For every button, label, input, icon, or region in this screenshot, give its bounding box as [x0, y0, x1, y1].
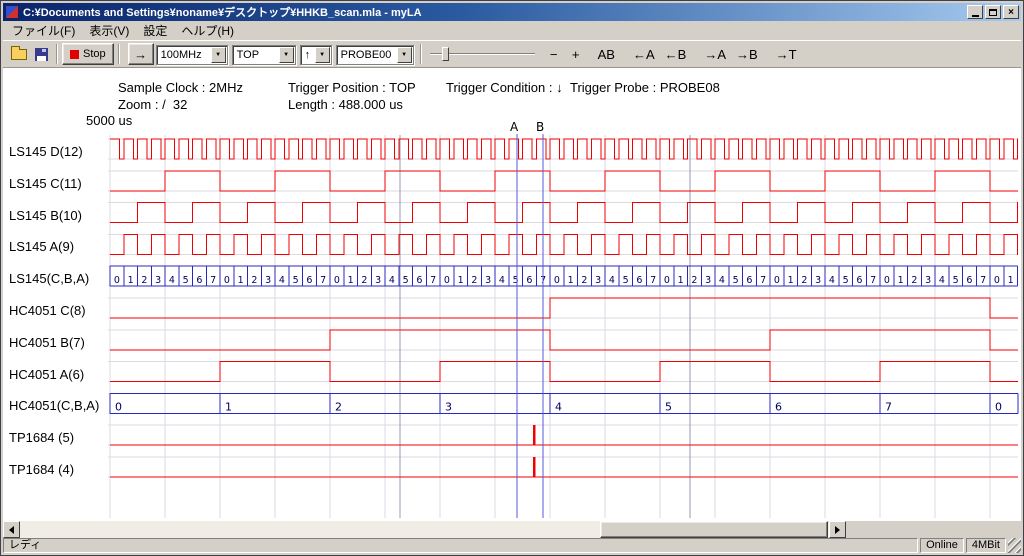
zoom-info: Zoom : / 32 [118, 97, 187, 112]
set-cursor-b-button[interactable]: →B [731, 43, 763, 65]
close-button[interactable]: × [1003, 5, 1019, 19]
stop-button[interactable]: Stop [62, 43, 114, 65]
close-icon: × [1008, 7, 1014, 18]
app-icon [5, 5, 19, 19]
chevron-down-icon: ▼ [211, 47, 226, 63]
scroll-left-button[interactable] [3, 521, 20, 538]
scroll-left-icon [9, 526, 14, 534]
stop-label: Stop [83, 48, 106, 60]
minimize-icon [972, 15, 979, 17]
sample-clock-select[interactable]: 100MHz ▼ [156, 45, 228, 65]
status-online: Online [920, 538, 964, 553]
trigger-probe-select[interactable]: PROBE00 ▼ [336, 45, 414, 65]
toolbar-separator [420, 44, 422, 64]
window-title: C:¥Documents and Settings¥noname¥デスクトップ¥… [23, 4, 965, 20]
length-info: Length : 488.000 us [288, 97, 403, 112]
goto-cursor-a-button[interactable]: ←A [628, 43, 660, 65]
zoom-in-button[interactable]: + [565, 43, 587, 65]
set-cursor-a-button[interactable]: →A [699, 43, 731, 65]
channel-label: HC4051 A(6) [9, 367, 84, 383]
zoom-out-button[interactable]: − [543, 43, 565, 65]
trigger-probe-info: Trigger Probe : PROBE08 [570, 80, 720, 95]
zoom-slider[interactable] [430, 44, 535, 64]
chevron-down-icon: ▼ [279, 47, 294, 63]
maximize-icon [989, 9, 997, 16]
maximize-button[interactable] [985, 5, 1001, 19]
goto-trigger-button[interactable]: →T [771, 43, 802, 65]
minimize-button[interactable] [967, 5, 983, 19]
channel-label: LS145 C(11) [9, 176, 82, 192]
trigger-condition-info: Trigger Condition : ↓ [446, 80, 563, 95]
scrollbar-thumb[interactable] [600, 521, 828, 538]
scroll-right-icon [835, 526, 840, 534]
app-window: C:¥Documents and Settings¥noname¥デスクトップ¥… [0, 0, 1024, 556]
resize-grip[interactable] [1008, 538, 1021, 553]
toolbar-separator [118, 44, 120, 64]
menubar: ファイル(F) 表示(V) 設定 ヘルプ(H) [3, 21, 1021, 40]
channel-label: LS145 D(12) [9, 144, 83, 160]
channel-label: TP1684 (5) [9, 430, 74, 446]
goto-cursor-b-button[interactable]: ←B [660, 43, 692, 65]
client-area: Sample Clock : 2MHz Trigger Position : T… [3, 68, 1021, 521]
channel-label: HC4051(C,B,A) [9, 398, 99, 414]
chevron-down-icon: ▼ [397, 47, 412, 63]
trigger-edge-select[interactable]: ↑ ▼ [300, 45, 332, 65]
run-arrow-icon: → [134, 47, 147, 62]
chevron-down-icon: ▼ [315, 47, 330, 63]
cursor-ab-button[interactable]: AB [593, 43, 620, 65]
menu-view[interactable]: 表示(V) [82, 20, 136, 41]
time-ref-label: 5000 us [86, 113, 132, 128]
channel-label: LS145 A(9) [9, 239, 74, 255]
menu-file[interactable]: ファイル(F) [5, 20, 82, 41]
titlebar: C:¥Documents and Settings¥noname¥デスクトップ¥… [3, 3, 1021, 21]
horizontal-scrollbar[interactable] [3, 521, 846, 538]
trigger-position-info: Trigger Position : TOP [288, 80, 416, 95]
open-folder-icon [11, 49, 27, 60]
status-memory: 4MBit [966, 538, 1006, 553]
channel-label: HC4051 B(7) [9, 335, 85, 351]
statusbar: レディ Online 4MBit [3, 538, 1021, 553]
save-floppy-icon [35, 48, 48, 61]
sample-clock-info: Sample Clock : 2MHz [118, 80, 243, 95]
open-file-button[interactable] [8, 43, 30, 65]
stop-icon [70, 50, 79, 59]
toolbar: Stop → 100MHz ▼ TOP ▼ ↑ ▼ PROBE00 ▼ − + … [3, 40, 1021, 68]
trigger-position-select[interactable]: TOP ▼ [232, 45, 296, 65]
status-ready: レディ [3, 538, 918, 553]
run-button[interactable]: → [128, 43, 154, 65]
channel-label: HC4051 C(8) [9, 303, 86, 319]
zoom-slider-thumb[interactable] [442, 47, 449, 61]
toolbar-separator [56, 44, 58, 64]
channel-label: TP1684 (4) [9, 462, 74, 478]
channel-label: LS145 B(10) [9, 208, 82, 224]
menu-help[interactable]: ヘルプ(H) [174, 20, 241, 41]
channel-label: LS145(C,B,A) [9, 271, 89, 287]
menu-settings[interactable]: 設定 [136, 20, 174, 41]
scroll-right-button[interactable] [829, 521, 846, 538]
save-file-button[interactable] [30, 43, 52, 65]
